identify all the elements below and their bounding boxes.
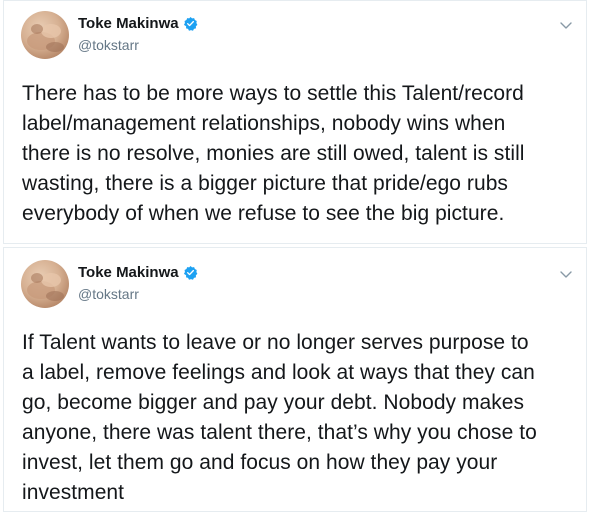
user-handle[interactable]: @tokstarr: [78, 37, 139, 53]
tweet-text-line: There has to be more ways to settle this…: [22, 82, 524, 105]
chevron-down-icon: [560, 22, 572, 29]
display-name[interactable]: Toke Makinwa: [78, 264, 179, 281]
tweet-menu-button[interactable]: [558, 266, 574, 282]
tweet-text: There has to be more ways to settle this…: [22, 79, 576, 229]
tweet-text-line: there is no resolve, monies are still ow…: [22, 142, 525, 165]
avatar-photo-icon: [27, 273, 64, 301]
tweet-feed: Toke Makinwa @tokstarr There has to be m…: [0, 0, 590, 515]
tweet-text-line: a label, remove feelings and look at way…: [22, 361, 535, 384]
avatar[interactable]: [21, 260, 69, 308]
tweet-text-line: If Talent wants to leave or no longer se…: [22, 331, 529, 354]
tweet-text-line: anyone, there was talent there, that’s w…: [22, 421, 537, 444]
tweet-card[interactable]: Toke Makinwa @tokstarr There has to be m…: [3, 0, 587, 244]
tweet-text-line: investment: [22, 481, 125, 504]
tweet-text-line: label/management relationships, nobody w…: [22, 112, 506, 135]
tweet-card[interactable]: Toke Makinwa @tokstarr If Talent wants t…: [3, 247, 587, 512]
display-name[interactable]: Toke Makinwa: [78, 15, 179, 32]
tweet-text-line: invest, let them go and focus on how the…: [22, 451, 498, 474]
verified-badge-icon: [183, 16, 198, 31]
tweet-text: If Talent wants to leave or no longer se…: [22, 328, 576, 508]
user-handle[interactable]: @tokstarr: [78, 286, 139, 302]
tweet-menu-button[interactable]: [558, 17, 574, 33]
author-name-row[interactable]: Toke Makinwa: [78, 264, 198, 281]
verified-badge-icon: [183, 265, 198, 280]
tweet-text-line: everybody of when we refuse to see the b…: [22, 202, 505, 225]
tweet-text-line: wasting, there is a bigger picture that …: [22, 172, 508, 195]
avatar-photo-icon: [27, 24, 64, 52]
chevron-down-icon: [560, 271, 572, 278]
tweet-text-line: go, become bigger and pay your debt. Nob…: [22, 391, 525, 414]
avatar[interactable]: [21, 11, 69, 59]
author-name-row[interactable]: Toke Makinwa: [78, 15, 198, 32]
